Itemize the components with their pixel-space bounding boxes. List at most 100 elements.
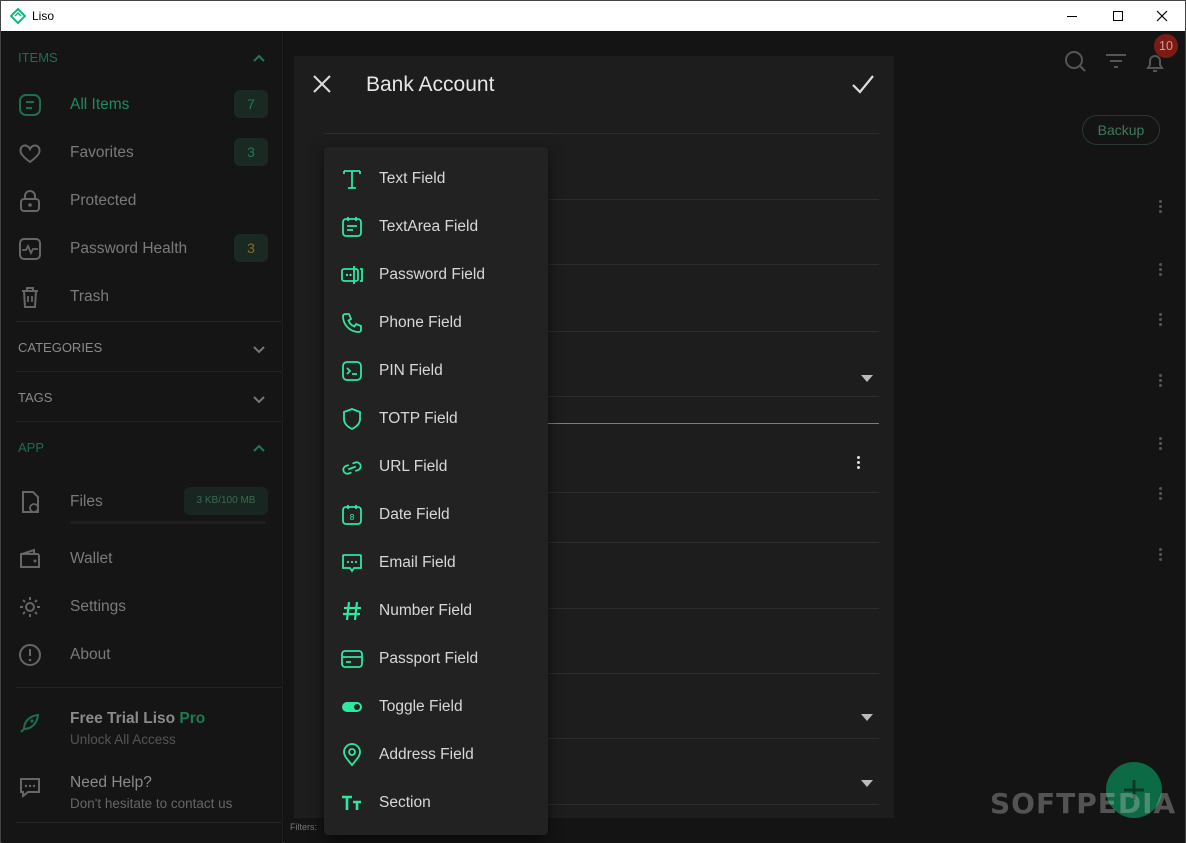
gear-icon: [20, 597, 40, 617]
menu-item-number-field[interactable]: Number Field: [324, 587, 548, 635]
item-menu-icon[interactable]: [1157, 311, 1163, 329]
menu-item-label: Email Field: [379, 554, 456, 571]
sidebar-item-trash[interactable]: Trash: [16, 279, 268, 315]
sidebar: ITEMS All Items 7 Favorites 3 Protected …: [2, 32, 283, 843]
menu-item-label: Phone Field: [379, 314, 462, 331]
item-menu-icon[interactable]: [1157, 485, 1163, 503]
textarea-icon: [342, 217, 362, 237]
maximize-button[interactable]: [1095, 1, 1141, 31]
menu-item-pin-field[interactable]: PIN Field: [324, 347, 548, 395]
link-icon: [342, 461, 362, 475]
heart-icon: [19, 144, 41, 164]
notification-count-badge: 10: [1154, 34, 1178, 58]
categories-section-label: CATEGORIES: [18, 340, 103, 355]
calendar-icon: 8: [342, 505, 362, 525]
sidebar-item-all-items[interactable]: All Items 7: [16, 87, 268, 123]
menu-item-section[interactable]: Section: [324, 779, 548, 827]
menu-item-text-field[interactable]: Text Field: [324, 155, 548, 203]
menu-item-label: Toggle Field: [379, 698, 463, 715]
sidebar-item-label: Files: [70, 493, 103, 510]
item-menu-icon[interactable]: [1157, 261, 1163, 279]
chevron-up-icon: [253, 444, 265, 452]
dropdown-arrow-icon[interactable]: [861, 780, 873, 788]
storage-progress-bar: [70, 521, 266, 524]
minimize-button[interactable]: [1049, 1, 1095, 31]
lock-icon: [20, 190, 40, 212]
liso-logo-icon: [10, 8, 26, 24]
sidebar-item-password-health[interactable]: Password Health 3: [16, 231, 268, 267]
categories-section-header[interactable]: CATEGORIES: [18, 340, 268, 360]
phone-icon: [342, 313, 362, 333]
chat-help-icon: [20, 778, 40, 799]
count-badge: 3: [234, 138, 268, 166]
sidebar-item-label: Password Health: [70, 240, 188, 257]
close-icon[interactable]: [312, 74, 332, 94]
menu-item-url-field[interactable]: URL Field: [324, 443, 548, 491]
backup-button[interactable]: Backup: [1082, 115, 1160, 145]
item-menu-icon[interactable]: [1157, 435, 1163, 453]
location-icon: [343, 743, 361, 767]
sidebar-item-settings[interactable]: Settings: [16, 589, 268, 625]
filter-icon[interactable]: [1105, 52, 1127, 70]
count-badge: 3: [234, 234, 268, 262]
menu-item-totp-field[interactable]: TOTP Field: [324, 395, 548, 443]
menu-item-label: TOTP Field: [379, 410, 458, 427]
sidebar-item-label: Wallet: [70, 550, 113, 567]
search-icon[interactable]: [1064, 50, 1086, 72]
app-section-header[interactable]: APP: [18, 440, 268, 460]
rocket-icon: [20, 713, 40, 733]
items-section-header[interactable]: ITEMS: [18, 50, 268, 70]
title-bar: Liso: [1, 1, 1185, 31]
menu-item-toggle-field[interactable]: Toggle Field: [324, 683, 548, 731]
menu-item-address-field[interactable]: Address Field: [324, 731, 548, 779]
shield-icon: [343, 408, 361, 431]
menu-item-label: URL Field: [379, 458, 448, 475]
trial-title: Free Trial Liso Pro: [70, 710, 205, 728]
sidebar-item-protected[interactable]: Protected: [16, 183, 268, 219]
menu-item-phone-field[interactable]: Phone Field: [324, 299, 548, 347]
menu-item-date-field[interactable]: 8 Date Field: [324, 491, 548, 539]
free-trial-promo[interactable]: Free Trial Liso Pro Unlock All Access: [16, 705, 268, 751]
dropdown-arrow-icon[interactable]: [861, 375, 873, 383]
trial-prefix: Free Trial: [70, 710, 144, 727]
sidebar-item-label: All Items: [70, 96, 130, 113]
divider: [16, 421, 282, 422]
menu-item-password-field[interactable]: Password Field: [324, 251, 548, 299]
menu-item-label: Number Field: [379, 602, 473, 619]
field-menu-icon[interactable]: [855, 454, 861, 472]
help-subtitle: Don't hesitate to contact us: [70, 796, 233, 811]
divider: [16, 822, 282, 823]
menu-item-passport-field[interactable]: Passport Field: [324, 635, 548, 683]
sidebar-item-about[interactable]: About: [16, 637, 268, 673]
field-divider: [324, 133, 879, 134]
item-menu-icon[interactable]: [1157, 198, 1163, 216]
add-field-menu: Text Field TextArea Field Password Field…: [324, 147, 548, 835]
chevron-down-icon: [253, 346, 265, 354]
window-title: Liso: [32, 9, 55, 23]
divider: [16, 371, 282, 372]
close-window-button[interactable]: [1139, 1, 1185, 31]
help-link[interactable]: Need Help? Don't hesitate to contact us: [16, 769, 268, 815]
trial-pro: Pro: [175, 710, 206, 727]
sidebar-item-files[interactable]: Files 3 KB/100 MB: [16, 484, 268, 520]
wallet-icon: [20, 548, 40, 568]
item-menu-icon[interactable]: [1157, 546, 1163, 564]
files-icon: [22, 491, 39, 513]
item-menu-icon[interactable]: [1157, 372, 1163, 390]
menu-item-textarea-field[interactable]: TextArea Field: [324, 203, 548, 251]
dropdown-arrow-icon[interactable]: [861, 714, 873, 722]
chevron-up-icon: [253, 54, 265, 62]
sidebar-item-wallet[interactable]: Wallet: [16, 541, 268, 577]
sidebar-item-label: Settings: [70, 598, 127, 615]
tags-section-header[interactable]: TAGS: [18, 390, 268, 410]
text-icon: [343, 170, 361, 189]
sidebar-item-favorites[interactable]: Favorites 3: [16, 135, 268, 171]
menu-item-email-field[interactable]: Email Field: [324, 539, 548, 587]
trial-brand: Liso: [143, 710, 176, 727]
app-window: Liso ITEMS All Items 7 Favorites 3 Prote…: [0, 0, 1186, 843]
divider: [16, 687, 282, 688]
watermark: SOFTPEDIA: [990, 787, 1177, 820]
toggle-icon: [342, 702, 362, 712]
menu-item-label: Address Field: [379, 746, 474, 763]
confirm-check-icon[interactable]: [851, 73, 875, 95]
